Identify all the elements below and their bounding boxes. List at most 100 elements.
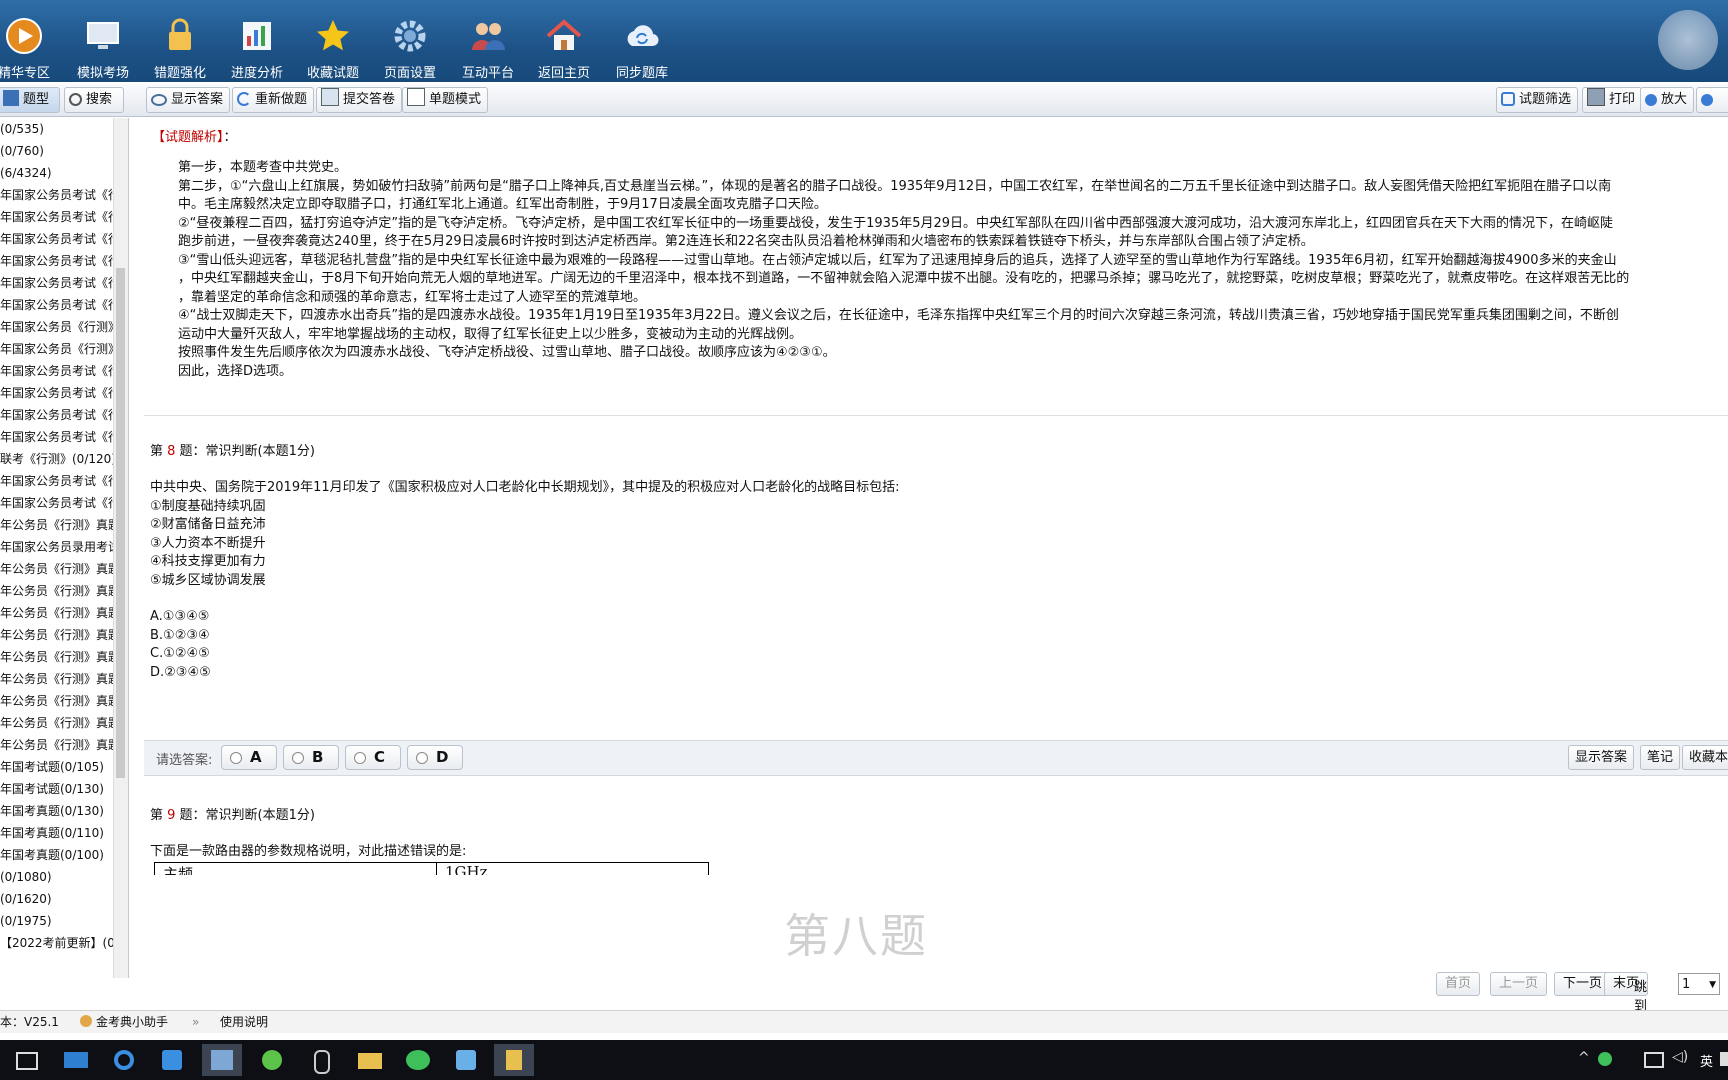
- network-icon[interactable]: [1644, 1052, 1664, 1068]
- browser2-icon[interactable]: [446, 1044, 486, 1076]
- ime-indicator[interactable]: 英: [1700, 1051, 1713, 1070]
- nav-sync[interactable]: 同步题库: [606, 2, 678, 81]
- button-label: 单题模式: [429, 92, 482, 107]
- tab-question-type[interactable]: 题型: [0, 87, 60, 113]
- prev-page-button[interactable]: 上一页: [1490, 972, 1548, 996]
- nav-label: 互动平台: [461, 66, 514, 81]
- nav-moni[interactable]: 模拟考场: [67, 2, 139, 81]
- plus-circle-icon: [1645, 94, 1657, 106]
- edge-icon[interactable]: [104, 1044, 144, 1076]
- page-select[interactable]: 1 ▼: [1678, 973, 1720, 995]
- sidebar-scrollbar[interactable]: [113, 118, 128, 978]
- mail-icon[interactable]: [56, 1044, 96, 1076]
- tab-search[interactable]: 搜索: [64, 87, 124, 113]
- action-center-icon[interactable]: [1720, 1052, 1728, 1066]
- sidebar-item[interactable]: 年国考试题(0/105): [0, 756, 128, 778]
- sidebar-item[interactable]: 年国考真题(0/100): [0, 844, 128, 866]
- sidebar-item[interactable]: 年国家公务员考试《行测: [0, 492, 128, 514]
- sidebar-item[interactable]: (0/1620): [0, 888, 128, 910]
- sidebar-item[interactable]: 联考《行测》(0/120): [0, 448, 128, 470]
- next-page-button[interactable]: 下一页: [1554, 972, 1612, 996]
- sidebar-item[interactable]: 年公务员《行测》真题: [0, 668, 128, 690]
- sidebar-item[interactable]: (6/4324): [0, 162, 128, 184]
- app-icon[interactable]: [300, 1044, 340, 1076]
- sidebar-item[interactable]: 年国家公务员考试《行测: [0, 360, 128, 382]
- nav-cuoti[interactable]: 错题强化: [144, 2, 216, 81]
- collect-button[interactable]: 收藏本: [1682, 745, 1728, 770]
- sidebar-item[interactable]: 年国考试题(0/130): [0, 778, 128, 800]
- choice-c[interactable]: C: [345, 745, 401, 770]
- first-page-button[interactable]: 首页: [1436, 972, 1481, 996]
- sidebar-item[interactable]: 年公务员《行测》真题: [0, 690, 128, 712]
- sidebar-item[interactable]: 年国家公务员考试《行测: [0, 470, 128, 492]
- sidebar-item[interactable]: (0/760): [0, 140, 128, 162]
- sidebar-item[interactable]: 年国家公务员《行测》真: [0, 338, 128, 360]
- nav-home[interactable]: 返回主页: [528, 2, 600, 81]
- sidebar-item[interactable]: 年国家公务员考试《行测: [0, 272, 128, 294]
- show-answer-button[interactable]: 显示答案: [146, 87, 231, 113]
- sidebar-item[interactable]: 年国考真题(0/130): [0, 800, 128, 822]
- sidebar-item[interactable]: 年国家公务员《行测》真: [0, 316, 128, 338]
- tray-app-icon[interactable]: [1598, 1052, 1612, 1066]
- zoom-in-button[interactable]: 放大: [1640, 87, 1695, 113]
- sidebar-item[interactable]: (0/1975): [0, 910, 128, 932]
- show-answer-button[interactable]: 显示答案: [1568, 745, 1635, 770]
- assistant-link[interactable]: 金考典小助手: [80, 1011, 168, 1033]
- sidebar-item[interactable]: 年公务员《行测》真题: [0, 734, 128, 756]
- eye-icon: [151, 94, 167, 106]
- exam-app-icon[interactable]: [494, 1044, 534, 1076]
- sidebar-item[interactable]: 年国家公务员考试《行测: [0, 382, 128, 404]
- redo-button[interactable]: 重新做题: [232, 87, 315, 113]
- sidebar-item[interactable]: 年公务员《行测》真题(: [0, 580, 128, 602]
- choice-d[interactable]: D: [407, 745, 463, 770]
- single-mode-button[interactable]: 单题模式: [402, 87, 489, 113]
- zoom-out-button[interactable]: [1696, 87, 1728, 113]
- choice-label: A: [250, 748, 262, 766]
- nav-yemian[interactable]: 页面设置: [374, 2, 446, 81]
- sidebar-item[interactable]: 年国家公务员考试《行测: [0, 250, 128, 272]
- toolbar: 题型 搜索 显示答案 重新做题 提交答卷 单题模式 试题筛选 打印 放大: [0, 84, 1728, 117]
- screen-recorder-icon[interactable]: [202, 1044, 242, 1076]
- sidebar-item[interactable]: 年国家公务员考试《行测: [0, 294, 128, 316]
- nav-jindu[interactable]: 进度分析: [221, 2, 293, 81]
- analysis-line: 按照事件发生先后顺序依次为四渡赤水战役、飞夺泸定桥战役、过雪山草地、腊子口战役。…: [178, 345, 836, 360]
- print-button[interactable]: 打印: [1582, 87, 1643, 113]
- sidebar-item[interactable]: 年国家公务员考试《行测: [0, 404, 128, 426]
- sidebar-item[interactable]: 年公务员《行测》真题: [0, 712, 128, 734]
- sidebar-item[interactable]: 年公务员《行测》真题(: [0, 514, 128, 536]
- sidebar-item[interactable]: 年公务员《行测》真题(: [0, 646, 128, 668]
- sidebar-item[interactable]: 年国家公务员考试《行测: [0, 228, 128, 250]
- folder-icon[interactable]: [350, 1044, 390, 1076]
- answer-option: A.①③④⑤: [150, 609, 210, 624]
- question-header: 第 8 题：常识判断(本题1分): [150, 440, 900, 459]
- nav-label: 页面设置: [383, 66, 436, 81]
- browser-icon[interactable]: [252, 1044, 292, 1076]
- volume-icon[interactable]: ◁): [1672, 1049, 1688, 1065]
- sidebar-item[interactable]: 【2022考前更新】(0/0: [0, 932, 128, 954]
- nav-jinghua[interactable]: 精华专区: [0, 2, 60, 81]
- nav-shoucang[interactable]: 收藏试题: [297, 2, 369, 81]
- nav-hudong[interactable]: 互动平台: [452, 2, 524, 81]
- sidebar-item[interactable]: 年国家公务员录用考试《: [0, 536, 128, 558]
- sidebar-item[interactable]: 年国家公务员考试《行测: [0, 184, 128, 206]
- scrollbar-thumb[interactable]: [116, 268, 125, 778]
- sidebar-item[interactable]: (0/1080): [0, 866, 128, 888]
- sidebar-item[interactable]: (0/535): [0, 118, 128, 140]
- wechat-icon[interactable]: [398, 1044, 438, 1076]
- sidebar-item[interactable]: 年公务员《行测》真题(: [0, 624, 128, 646]
- sidebar-item[interactable]: 年国家公务员考试《行测: [0, 426, 128, 448]
- sidebar-item[interactable]: 年国考真题(0/110): [0, 822, 128, 844]
- sidebar-item[interactable]: 年公务员《行测》真题(: [0, 602, 128, 624]
- sidebar-item[interactable]: 年公务员《行测》真题(: [0, 558, 128, 580]
- button-label: 显示答案: [171, 92, 224, 107]
- choice-a[interactable]: A: [221, 745, 277, 770]
- chevron-up-icon[interactable]: ^: [1578, 1050, 1590, 1066]
- choice-b[interactable]: B: [283, 745, 339, 770]
- submit-button[interactable]: 提交答卷: [316, 87, 403, 113]
- shield-icon[interactable]: [152, 1044, 192, 1076]
- task-view-icon[interactable]: [6, 1044, 46, 1076]
- note-button[interactable]: 笔记: [1640, 745, 1681, 770]
- help-link[interactable]: 使用说明: [220, 1011, 268, 1033]
- sidebar-item[interactable]: 年国家公务员考试《行测: [0, 206, 128, 228]
- filter-button[interactable]: 试题筛选: [1496, 87, 1579, 113]
